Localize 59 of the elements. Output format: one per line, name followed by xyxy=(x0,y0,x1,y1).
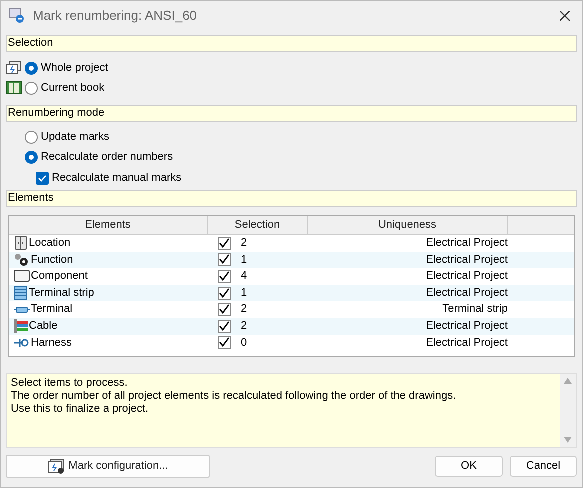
radio-button[interactable] xyxy=(25,150,38,164)
table-cell-text: Function xyxy=(31,252,74,268)
pages-icon xyxy=(6,61,22,75)
table-cell-text: 0 xyxy=(241,336,248,351)
gears-icon xyxy=(14,252,30,267)
window-title: Mark renumbering: ANSI_60 xyxy=(33,6,198,25)
table-cell-text: Electrical Project xyxy=(426,286,508,301)
table-cell-text: Electrical Project xyxy=(426,269,508,284)
table-cell-text: Terminal strip xyxy=(29,286,94,301)
table-cell-text: Electrical Project xyxy=(426,252,508,268)
info-text: Select items to process. xyxy=(11,377,129,390)
column-header[interactable]: Elements xyxy=(9,216,208,234)
info-text: Use this to finalize a project. xyxy=(11,403,150,416)
info-text: The order number of all project elements is recalculated following the order of the drawings. xyxy=(11,390,458,403)
table-cell-text: Electrical Project xyxy=(426,319,508,334)
checkbox[interactable] xyxy=(218,303,231,316)
book-icon xyxy=(6,81,22,95)
table-cell-text: Location xyxy=(29,236,71,252)
column-header[interactable]: Uniqueness xyxy=(308,216,508,234)
close-icon[interactable] xyxy=(560,10,570,20)
table-cell-text: 2 xyxy=(241,302,248,318)
radio-button[interactable] xyxy=(25,130,38,144)
strip-icon xyxy=(14,286,28,300)
table-cell-text: 4 xyxy=(241,269,248,284)
checkbox[interactable] xyxy=(218,236,231,250)
column-header[interactable]: Selection xyxy=(208,216,308,234)
table-cell-text: Terminal strip xyxy=(442,302,508,318)
section-header: Selection xyxy=(6,35,577,52)
section-header: Renumbering mode xyxy=(6,105,577,122)
config-icon xyxy=(48,458,66,474)
checkbox[interactable] xyxy=(218,253,231,266)
table-cell-text: 2 xyxy=(241,319,248,334)
table-cell-text: Cable xyxy=(29,319,58,334)
radio-button[interactable] xyxy=(25,62,38,74)
mark-configuration-button[interactable]: Mark configuration... xyxy=(6,455,210,478)
radio-label[interactable]: Current book xyxy=(41,81,105,95)
section-header: Elements xyxy=(6,190,577,207)
radio-button[interactable] xyxy=(25,82,38,94)
checkbox[interactable] xyxy=(218,286,231,300)
checkbox[interactable] xyxy=(36,172,49,184)
table-cell-text: 2 xyxy=(241,236,248,252)
radio-label[interactable]: Update marks xyxy=(41,130,110,144)
table-cell-text: Component xyxy=(31,269,88,284)
app-icon xyxy=(9,8,25,24)
ok-button[interactable]: OK xyxy=(435,456,503,477)
cable-icon xyxy=(14,319,28,334)
table-cell-text: Electrical Project xyxy=(426,236,508,252)
checkbox[interactable] xyxy=(218,320,231,333)
table-cell-text: 1 xyxy=(241,252,248,268)
table-cell-text: 1 xyxy=(241,286,248,301)
checkbox[interactable] xyxy=(218,336,231,350)
radio-label[interactable]: Recalculate order numbers xyxy=(41,150,174,164)
checkbox-label[interactable]: Recalculate manual marks xyxy=(52,171,182,185)
table-cell-text: Terminal xyxy=(31,302,73,318)
table-cell-text: Electrical Project xyxy=(426,336,508,351)
checkbox[interactable] xyxy=(218,270,231,283)
radio-label[interactable]: Whole project xyxy=(41,61,108,75)
cancel-button[interactable]: Cancel xyxy=(510,456,577,477)
table-cell-text: Harness xyxy=(31,336,72,351)
